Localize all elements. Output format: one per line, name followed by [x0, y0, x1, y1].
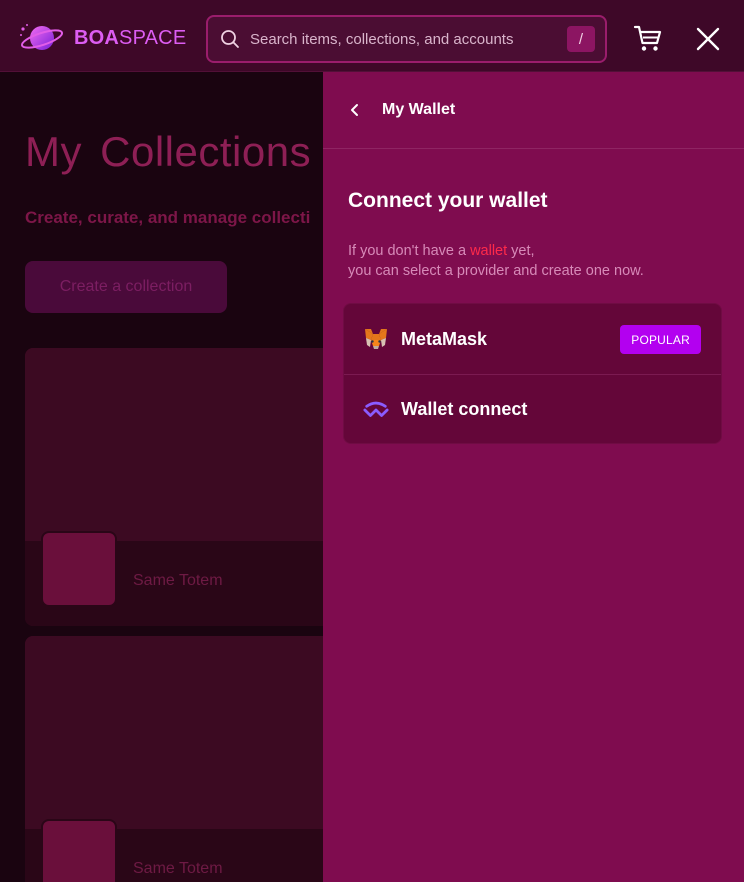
collection-card-footer: Same Totem — [25, 531, 323, 626]
back-button[interactable] — [347, 102, 363, 118]
wallet-panel-header: My Wallet — [323, 72, 744, 149]
collections-page-background: My Collections Create, curate, and manag… — [0, 72, 323, 882]
walletconnect-icon — [363, 397, 389, 423]
collection-card[interactable]: Same Totem — [25, 636, 323, 882]
collection-card-name: Same Totem — [133, 860, 223, 877]
logo-text-light: SPACE — [119, 27, 187, 49]
collection-card-banner — [25, 636, 323, 829]
logo-text-bold: BOA — [74, 27, 120, 49]
logo-text: BOASPACE — [74, 28, 186, 48]
top-header: BOASPACE / — [0, 0, 744, 72]
planet-logo-icon — [20, 24, 64, 50]
wallet-panel-title: My Wallet — [382, 101, 456, 118]
wallet-provider-list: MetaMask POPULAR Wallet connect — [343, 303, 722, 444]
wallet-link[interactable]: wallet — [470, 243, 507, 259]
connect-wallet-heading: Connect your wallet — [348, 189, 548, 212]
collection-card-thumbnail — [41, 819, 117, 882]
boaspace-logo[interactable]: BOASPACE — [18, 22, 186, 54]
close-button[interactable] — [694, 25, 722, 53]
wallet-panel: My Wallet Connect your wallet If you don… — [323, 72, 744, 882]
collection-card-footer: Same Totem — [25, 819, 323, 882]
wallet-option-label: MetaMask — [401, 328, 488, 349]
collection-card-thumbnail — [41, 531, 117, 607]
page-subtitle: Create, curate, and manage collecti — [25, 208, 311, 227]
cart-icon — [633, 25, 662, 51]
wallet-option-label: Wallet connect — [401, 399, 528, 419]
search-input[interactable] — [250, 17, 567, 61]
create-collection-button[interactable]: Create a collection — [25, 261, 227, 313]
collection-card-name: Same Totem — [133, 572, 223, 589]
wallet-option-walletconnect[interactable]: Wallet connect — [344, 374, 721, 443]
collection-card-banner — [25, 348, 323, 541]
connect-wallet-description: If you don't have a wallet yet, you can … — [348, 241, 644, 281]
wallet-option-metamask[interactable]: MetaMask POPULAR — [344, 304, 721, 374]
metamask-fox-icon — [363, 326, 389, 352]
popular-badge: POPULAR — [620, 325, 701, 354]
close-icon — [696, 27, 720, 51]
page-title: My Collections — [25, 128, 312, 175]
description-prefix: If you don't have a — [348, 243, 471, 259]
cart-button[interactable] — [632, 22, 664, 54]
search-icon — [220, 29, 240, 49]
chevron-left-icon — [351, 104, 358, 116]
search-bar[interactable]: / — [206, 15, 607, 63]
collection-card[interactable]: Same Totem — [25, 348, 323, 626]
description-line2: you can select a provider and create one… — [348, 263, 644, 279]
search-shortcut-key: / — [567, 26, 595, 52]
description-suffix: yet, — [507, 243, 535, 259]
